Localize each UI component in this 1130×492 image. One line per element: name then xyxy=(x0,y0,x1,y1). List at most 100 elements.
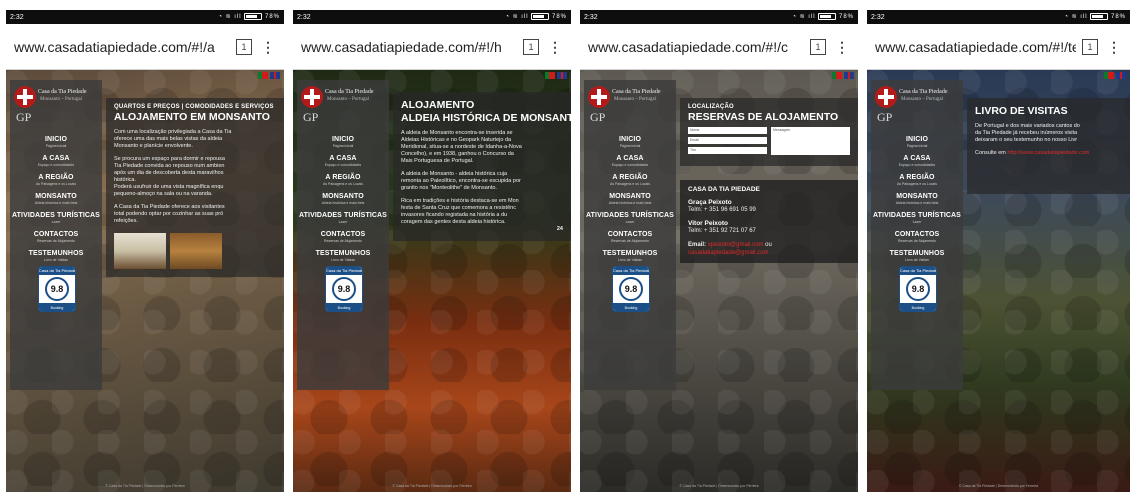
email-field[interactable]: Email xyxy=(688,137,767,144)
content-panel: QUARTOS E PREÇOS | COMODIDADES E SERVIÇO… xyxy=(106,98,284,277)
nav-item-inicio[interactable]: INICIO Página inicial xyxy=(297,136,389,149)
flag-uk-icon[interactable] xyxy=(844,72,854,79)
status-icons: ◔ ≋ ıll 78% xyxy=(792,13,854,21)
flag-pt-icon[interactable] xyxy=(545,72,555,79)
logo-location: Monsanto – Portugal xyxy=(614,97,656,102)
email-link[interactable]: vpeixoto@gmail.com xyxy=(708,242,764,248)
site-logo[interactable]: Casa da Tia Piedade Monsanto – Portugal … xyxy=(875,86,959,126)
section-links[interactable]: QUARTOS E PREÇOS | COMODIDADES E SERVIÇO… xyxy=(114,104,276,110)
nav-item-a-regiao[interactable]: A REGIÃO As Paisagens e os Locais xyxy=(871,174,963,187)
nav-label: MONSANTO xyxy=(609,193,651,200)
flag-uk-icon[interactable] xyxy=(1116,72,1126,79)
tab-switcher-button[interactable]: 1 xyxy=(1082,38,1098,55)
flag-uk-icon[interactable] xyxy=(270,72,280,79)
nav-item-a-casa[interactable]: A CASA Espaço e comodidades xyxy=(584,155,676,168)
flag-pt-icon[interactable] xyxy=(258,72,268,79)
nav-item-contactos[interactable]: CONTACTOS Reservas de Alojamento xyxy=(871,231,963,244)
flag-pt-icon[interactable] xyxy=(1104,72,1114,79)
nav-item-inicio[interactable]: INICIO Página inicial xyxy=(584,136,676,149)
body-line: refeições. xyxy=(114,218,138,224)
nav-item-a-casa[interactable]: A CASA Espaço e comodidades xyxy=(10,155,102,168)
logo-initials: GP xyxy=(877,110,893,124)
thumbnail-image[interactable] xyxy=(170,233,222,269)
rating-badge[interactable]: Casa da Tia Piedade 9.8 Booking xyxy=(325,266,363,312)
nav-item-testemunhos[interactable]: TESTEMUNHOS Livro de Visitas xyxy=(297,250,389,263)
body-line: granito nos "Monteolithe" de Monsanto. xyxy=(401,185,497,191)
overflow-menu-icon[interactable]: ⋮ xyxy=(1106,40,1122,54)
rating-badge[interactable]: Casa da Tia Piedade 9.8 Booking xyxy=(899,266,937,312)
nav-label: A CASA xyxy=(903,155,931,162)
body-line: Aldeias Históricas e no Geopark Naturtej… xyxy=(401,137,512,143)
nav-item-atividades[interactable]: ATIVIDADES TURÍSTICAS Lazer xyxy=(297,212,389,225)
tab-switcher-button[interactable]: 1 xyxy=(236,38,252,55)
nav-item-a-casa[interactable]: A CASA Espaço e comodidades xyxy=(297,155,389,168)
body-line: A aldeia de Monsanto encontra-se inserid… xyxy=(401,130,513,136)
page-footer: © Casa da Tia Piedade | Desenvolvido por… xyxy=(679,484,759,488)
overflow-menu-icon[interactable]: ⋮ xyxy=(260,40,276,54)
nav-item-contactos[interactable]: CONTACTOS Reservas de Alojamento xyxy=(584,231,676,244)
name-field[interactable]: Nome xyxy=(688,127,767,134)
badge-score: 9.8 xyxy=(45,277,69,301)
url-field[interactable]: www.casadatiapiedade.com/#!/c xyxy=(588,39,804,55)
nav-sublabel: Lazer xyxy=(338,220,348,224)
nav-sublabel: Reservas de Alojamento xyxy=(37,239,75,243)
badge-source: Booking xyxy=(39,303,75,311)
overflow-menu-icon[interactable]: ⋮ xyxy=(547,40,563,54)
nav-sublabel: Espaço e comodidades xyxy=(898,163,936,167)
overflow-menu-icon[interactable]: ⋮ xyxy=(834,40,850,54)
nav-item-monsanto[interactable]: MONSANTO Aldeia histórica e mais bela xyxy=(584,193,676,206)
nav-item-a-regiao[interactable]: A REGIÃO As Paisagens e os Locais xyxy=(584,174,676,187)
nav-sublabel: Aldeia histórica e mais bela xyxy=(34,201,78,205)
phone-field[interactable]: Tlm xyxy=(688,147,767,154)
page-subtitle: ALDEIA HISTÓRICA DE MONSANTO xyxy=(401,112,571,124)
body-line: da Tia Piedade já recebeu inúmeros visit… xyxy=(975,130,1078,136)
nav-sublabel: Página inicial xyxy=(619,144,641,148)
site-logo[interactable]: Casa da Tia Piedade Monsanto – Portugal … xyxy=(301,86,385,126)
tab-switcher-button[interactable]: 1 xyxy=(810,38,826,55)
rating-badge[interactable]: Casa da Tia Piedade 9.8 Booking xyxy=(38,266,76,312)
nav-sublabel: As Paisagens e os Locais xyxy=(896,182,938,186)
nav-item-atividades[interactable]: ATIVIDADES TURÍSTICAS Lazer xyxy=(10,212,102,225)
nav-item-monsanto[interactable]: MONSANTO Aldeia histórica e mais bela xyxy=(10,193,102,206)
status-bar: 2:32 ◔ ≋ ıll 78% xyxy=(6,10,284,24)
nav-sublabel: Espaço e comodidades xyxy=(37,163,75,167)
section-link-localizacao[interactable]: LOCALIZAÇÃO xyxy=(688,104,850,110)
message-field[interactable]: Mensagem xyxy=(771,127,850,155)
thumbnail-image[interactable] xyxy=(114,233,166,269)
nav-item-a-casa[interactable]: A CASA Espaço e comodidades xyxy=(871,155,963,168)
site-logo[interactable]: Casa da Tia Piedade Monsanto – Portugal … xyxy=(588,86,672,126)
email-link[interactable]: casadatiapiedade@gmail.com xyxy=(688,250,768,256)
guestbook-link[interactable]: http://www.casadatiapiedade.com xyxy=(1007,150,1089,156)
nav-item-a-regiao[interactable]: A REGIÃO As Paisagens e os Locais xyxy=(10,174,102,187)
contact-email-line: Email: vpeixoto@gmail.com ou xyxy=(688,241,850,249)
nav-item-contactos[interactable]: CONTACTOS Reservas de Alojamento xyxy=(297,231,389,244)
status-bar: 2:32 ◔ ≋ ıll 78% xyxy=(867,10,1130,24)
nav-item-testemunhos[interactable]: TESTEMUNHOS Livro de Visitas xyxy=(584,250,676,263)
rating-badge[interactable]: Casa da Tia Piedade 9.8 Booking xyxy=(612,266,650,312)
body-line: Monsanto e planície envolvente. xyxy=(114,143,193,149)
url-field[interactable]: www.casadatiapiedade.com/#!/h xyxy=(301,39,517,55)
battery-icon xyxy=(818,13,837,21)
url-field[interactable]: www.casadatiapiedade.com/#!/te xyxy=(875,39,1076,55)
nav-item-testemunhos[interactable]: TESTEMUNHOS Livro de Visitas xyxy=(871,250,963,263)
nav-item-monsanto[interactable]: MONSANTO Aldeia histórica e mais bela xyxy=(297,193,389,206)
nav-item-inicio[interactable]: INICIO Página inicial xyxy=(871,136,963,149)
nav-item-testemunhos[interactable]: TESTEMUNHOS Livro de Visitas xyxy=(10,250,102,263)
url-field[interactable]: www.casadatiapiedade.com/#!/a xyxy=(14,39,230,55)
nav-item-contactos[interactable]: CONTACTOS Reservas de Alojamento xyxy=(10,231,102,244)
site-logo[interactable]: Casa da Tia Piedade Monsanto – Portugal … xyxy=(14,86,98,126)
phone-screenshot-livro-visitas: 2:32 ◔ ≋ ıll 78% www.casadatiapiedade.co… xyxy=(867,10,1130,492)
tab-switcher-button[interactable]: 1 xyxy=(523,38,539,55)
nav-item-atividades[interactable]: ATIVIDADES TURÍSTICAS Lazer xyxy=(871,212,963,225)
nav-item-a-regiao[interactable]: A REGIÃO As Paisagens e os Locais xyxy=(297,174,389,187)
flag-pt-icon[interactable] xyxy=(832,72,842,79)
flag-uk-icon[interactable] xyxy=(557,72,567,79)
browser-url-bar: www.casadatiapiedade.com/#!/te 1 ⋮ xyxy=(867,24,1130,70)
nav-item-monsanto[interactable]: MONSANTO Aldeia histórica e mais bela xyxy=(871,193,963,206)
page-title: RESERVAS DE ALOJAMENTO xyxy=(688,111,839,123)
nav-item-atividades[interactable]: ATIVIDADES TURÍSTICAS Lazer xyxy=(584,212,676,225)
nav-item-inicio[interactable]: INICIO Página inicial xyxy=(10,136,102,149)
cross-logo-icon xyxy=(875,86,897,108)
sidebar: Casa da Tia Piedade Monsanto – Portugal … xyxy=(297,80,389,390)
sidebar: Casa da Tia Piedade Monsanto – Portugal … xyxy=(871,80,963,390)
